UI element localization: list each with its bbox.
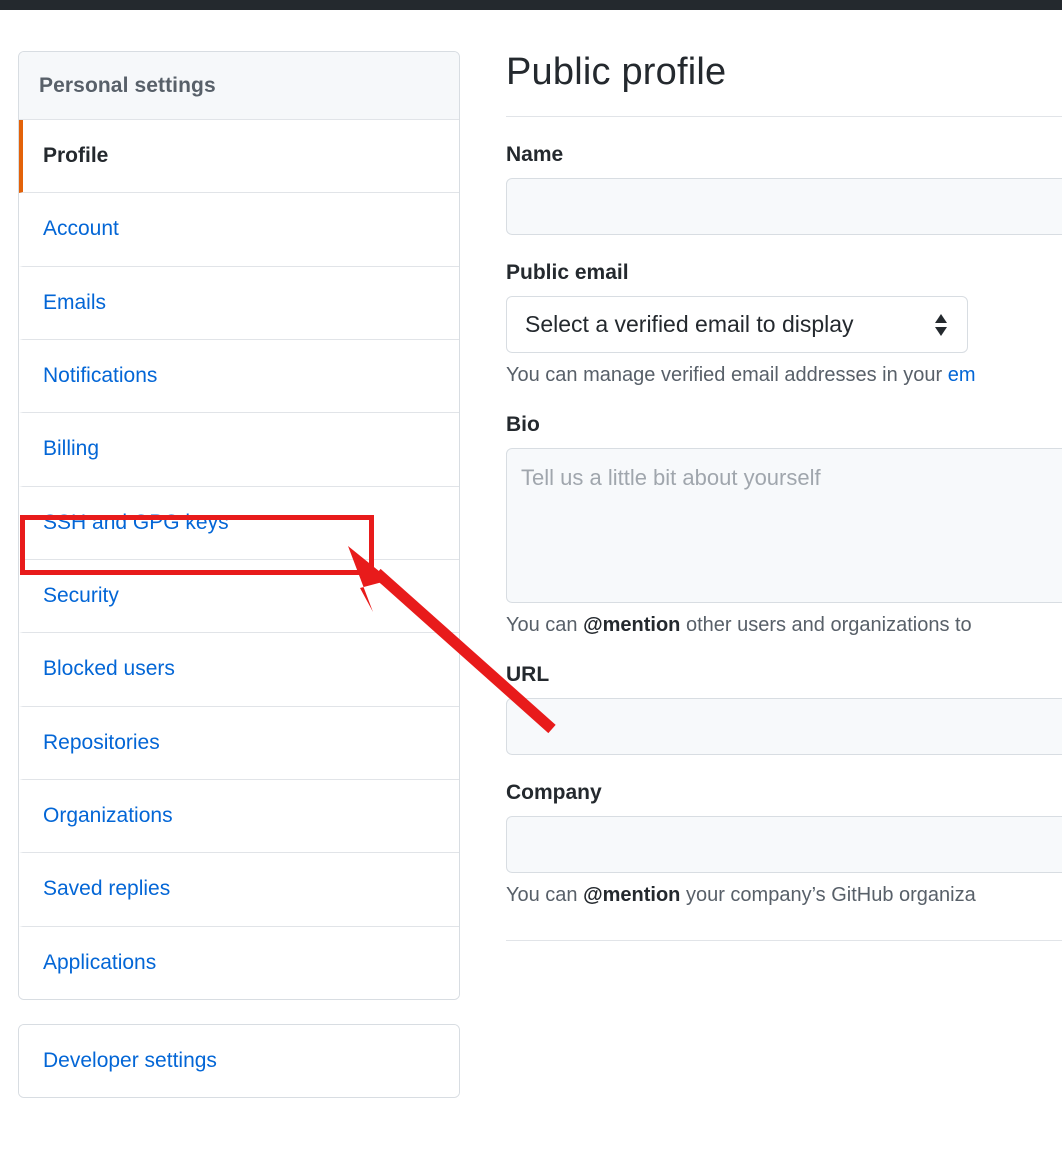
sidebar-item-organizations[interactable]: Organizations (19, 780, 459, 854)
settings-page: Personal settings Profile Account Emails… (0, 10, 1062, 1164)
company-label: Company (506, 781, 602, 804)
sidebar-item-saved-replies[interactable]: Saved replies (19, 853, 459, 927)
public-profile-form: Public profile Name Public email Select … (506, 51, 1062, 941)
developer-settings-card: Developer settings (18, 1024, 460, 1099)
sidebar-item-repositories[interactable]: Repositories (19, 706, 459, 781)
public-email-help-text: You can manage verified email addresses … (506, 364, 1062, 387)
public-email-field-group: Public email Select a verified email to … (506, 261, 1062, 387)
public-email-help-prefix: You can manage verified email addresses … (506, 364, 948, 386)
url-input[interactable] (506, 698, 1062, 755)
personal-settings-sidebar: Personal settings Profile Account Emails… (18, 51, 460, 1099)
public-email-select[interactable]: Select a verified email to display (506, 296, 968, 353)
bio-field-group: Bio You can @mention other users and org… (506, 413, 1062, 637)
bio-help-mention: @mention (583, 614, 681, 636)
company-help-suffix: your company’s GitHub organiza (680, 884, 976, 906)
sidebar-item-ssh-and-gpg-keys[interactable]: SSH and GPG keys (19, 486, 459, 561)
bio-label: Bio (506, 413, 540, 436)
public-email-label: Public email (506, 261, 629, 284)
name-field-group: Name (506, 143, 1062, 235)
company-help-text: You can @mention your company’s GitHub o… (506, 884, 1062, 907)
sidebar-item-blocked-users[interactable]: Blocked users (19, 633, 459, 707)
name-label: Name (506, 143, 564, 166)
bio-help-prefix: You can (506, 614, 584, 636)
sidebar-item-profile[interactable]: Profile (19, 120, 459, 194)
sidebar-item-notifications[interactable]: Notifications (19, 340, 459, 414)
public-email-select-wrapper: Select a verified email to display (506, 296, 968, 353)
title-divider (506, 116, 1062, 117)
url-label: URL (506, 663, 550, 686)
company-input[interactable] (506, 816, 1062, 873)
chevron-updown-icon (933, 312, 949, 338)
sidebar-nav-card: Personal settings Profile Account Emails… (18, 51, 460, 1001)
top-dark-bar (0, 0, 1062, 10)
sidebar-header: Personal settings (19, 52, 459, 120)
sidebar-item-emails[interactable]: Emails (19, 266, 459, 341)
company-help-prefix: You can (506, 884, 584, 906)
name-input[interactable] (506, 178, 1062, 235)
company-field-group: Company You can @mention your company’s … (506, 781, 1062, 941)
sidebar-item-developer-settings[interactable]: Developer settings (19, 1025, 459, 1098)
bio-help-suffix: other users and organizations to (680, 614, 972, 636)
sidebar-item-account[interactable]: Account (19, 193, 459, 267)
sidebar-item-billing[interactable]: Billing (19, 413, 459, 487)
page-title: Public profile (506, 51, 727, 93)
sidebar-item-security[interactable]: Security (19, 560, 459, 634)
company-help-mention: @mention (583, 884, 681, 906)
public-email-selected-value: Select a verified email to display (525, 311, 854, 337)
sidebar-item-applications[interactable]: Applications (19, 926, 459, 1000)
bio-help-text: You can @mention other users and organiz… (506, 614, 1062, 637)
section-divider (506, 940, 1062, 941)
url-field-group: URL (506, 663, 1062, 755)
bio-textarea[interactable] (506, 448, 1062, 603)
email-settings-link[interactable]: em (948, 364, 976, 386)
